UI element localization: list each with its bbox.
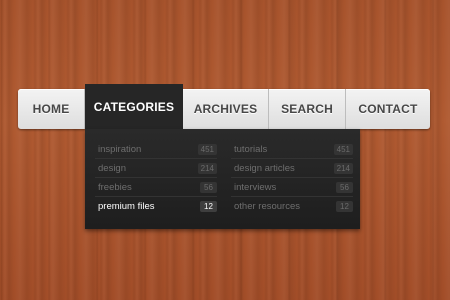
count-badge: 12 (336, 201, 353, 212)
category-label: interviews (234, 181, 277, 193)
count-badge: 214 (197, 162, 217, 174)
category-item-inspiration[interactable]: inspiration 451 (95, 140, 217, 159)
category-item-design-articles[interactable]: design articles 214 (231, 159, 353, 178)
category-label: tutorials (234, 143, 268, 155)
category-label: design articles (234, 162, 295, 174)
categories-dropdown: inspiration 451 design 214 freebies 56 p… (85, 129, 360, 229)
category-label: other resources (234, 201, 301, 212)
count-badge: 451 (197, 143, 217, 155)
count-badge: 12 (200, 201, 217, 212)
nav-archives[interactable]: ARCHIVES (183, 89, 269, 129)
count-badge: 214 (333, 162, 353, 174)
category-item-other-resources[interactable]: other resources 12 (231, 197, 353, 216)
category-label: premium files (98, 201, 155, 212)
category-item-freebies[interactable]: freebies 56 (95, 178, 217, 197)
count-badge: 56 (336, 181, 353, 193)
category-label: inspiration (98, 143, 142, 155)
category-item-interviews[interactable]: interviews 56 (231, 178, 353, 197)
nav-home[interactable]: HOME (18, 89, 85, 129)
nav-categories[interactable]: CATEGORIES (85, 84, 183, 129)
count-badge: 56 (200, 181, 217, 193)
nav-contact[interactable]: CONTACT (346, 89, 430, 129)
category-item-tutorials[interactable]: tutorials 451 (231, 140, 353, 159)
category-label: design (98, 162, 126, 174)
category-item-premium-files[interactable]: premium files 12 (95, 197, 217, 216)
count-badge: 451 (333, 143, 353, 155)
category-item-design[interactable]: design 214 (95, 159, 217, 178)
nav-search[interactable]: SEARCH (269, 89, 346, 129)
dropdown-left-column: inspiration 451 design 214 freebies 56 p… (95, 140, 217, 216)
dropdown-right-column: tutorials 451 design articles 214 interv… (231, 140, 353, 216)
main-nav: HOME CATEGORIES ARCHIVES SEARCH CONTACT (18, 84, 430, 129)
category-label: freebies (98, 181, 132, 193)
